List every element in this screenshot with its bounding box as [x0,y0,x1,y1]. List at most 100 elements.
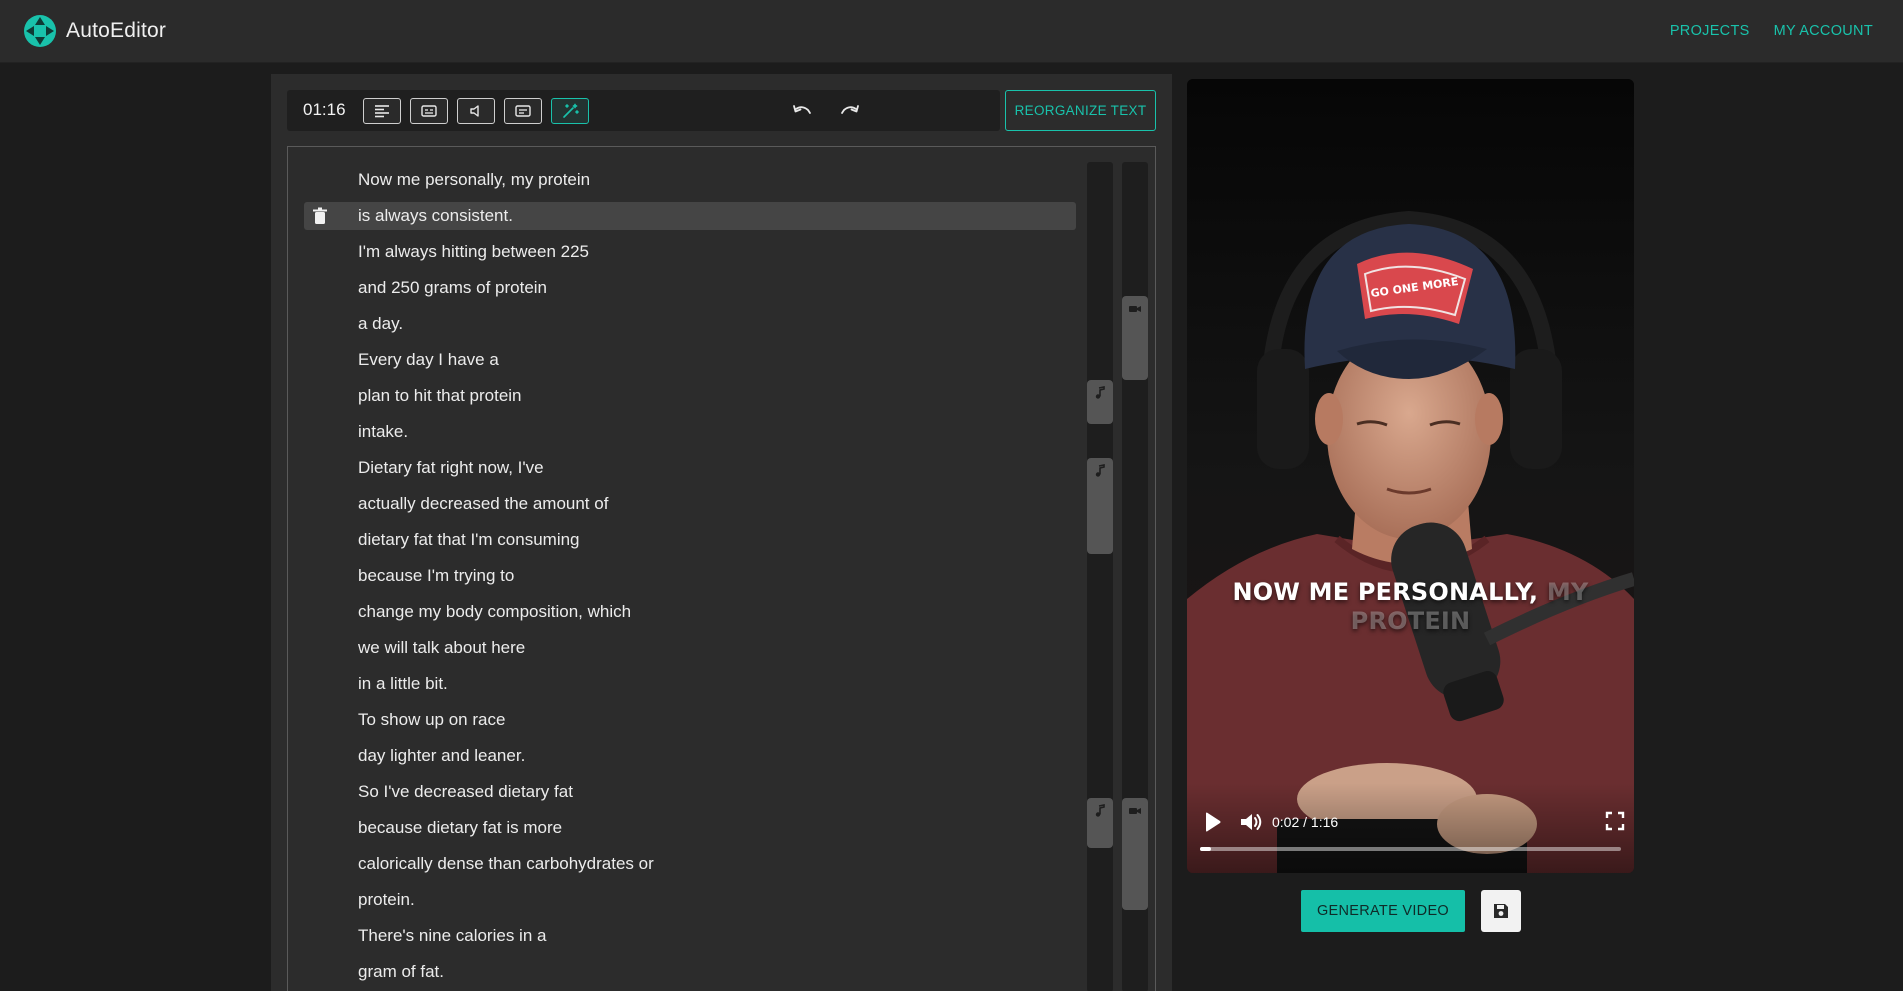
video-clip[interactable] [1122,296,1148,380]
save-button[interactable] [1481,890,1521,932]
transcript-line-text: a day. [358,314,404,333]
transcript-line[interactable]: in a little bit. [304,666,1076,702]
subtitles-icon [421,105,437,117]
audio-clip[interactable] [1087,380,1113,424]
fullscreen-icon[interactable] [1605,811,1625,831]
captions-icon [515,105,531,117]
brand-name: AutoEditor [66,19,167,42]
transcript-line[interactable]: change my body composition, which [304,594,1076,630]
captions-button[interactable] [504,98,542,124]
transcript-line[interactable]: because I'm trying to [304,558,1076,594]
video-frame-illustration: GO ONE MORE [1187,79,1634,873]
video-track [1122,162,1148,991]
transcript-line-text: So I've decreased dietary fat [358,782,573,801]
volume-icon[interactable] [1238,810,1264,834]
redo-button[interactable] [837,99,863,123]
duration-label: 01:16 [303,100,346,119]
subtitles-button[interactable] [410,98,448,124]
undo-icon [793,105,811,114]
audio-button[interactable] [457,98,495,124]
text-align-button[interactable] [363,98,401,124]
transcript-line-text: because I'm trying to [358,566,515,585]
audio-track [1087,162,1113,991]
transcript-line-text: is always consistent. [358,206,513,225]
video-progress-bar[interactable] [1200,847,1621,851]
transcript-line[interactable]: So I've decreased dietary fat [304,774,1076,810]
transcript-line-text: Every day I have a [358,350,499,369]
transcript-line[interactable]: I'm always hitting between 225 [304,234,1076,270]
transcript-line-text: dietary fat that I'm consuming [358,530,580,549]
magic-wand-icon [563,103,579,118]
caption-upcoming-text: PROTEIN [1350,607,1471,635]
audio-clip[interactable] [1087,458,1113,554]
aperture-logo-icon [24,15,56,47]
transcript-line-text: To show up on race [358,710,506,729]
auto-edit-magic-button[interactable] [551,98,589,124]
transcript-line[interactable]: Now me personally, my protein [304,162,1076,198]
video-timecode: 0:02 / 1:16 [1272,814,1339,830]
undo-button[interactable] [789,99,815,123]
video-clip[interactable] [1122,798,1148,910]
brand[interactable]: AutoEditor [23,14,166,48]
top-nav-bar: AutoEditor PROJECTS MY ACCOUNT [0,0,1903,63]
nav-projects-link[interactable]: PROJECTS [1670,23,1750,39]
transcript-line[interactable]: intake. [304,414,1076,450]
transcript-line[interactable]: To show up on race [304,702,1076,738]
transcript-line[interactable]: and 250 grams of protein [304,270,1076,306]
transcript-line[interactable]: gram of fat. [304,954,1076,990]
transcript-line[interactable]: actually decreased the amount of [304,486,1076,522]
transcript-line[interactable]: Dietary fat right now, I've [304,450,1076,486]
transcript-line-text: we will talk about here [358,638,526,657]
transcript-line-text: intake. [358,422,409,441]
transcript-line[interactable]: dietary fat that I'm consuming [304,522,1076,558]
text-align-icon [375,105,389,118]
main-nav: PROJECTS MY ACCOUNT [1670,23,1873,39]
music-note-icon [1095,804,1105,817]
transcript-line-text: because dietary fat is more [358,818,563,837]
transcript-line-text: I'm always hitting between 225 [358,242,589,261]
redo-icon [841,105,859,114]
transcript-line[interactable]: day lighter and leaner. [304,738,1076,774]
transcript-line-text: day lighter and leaner. [358,746,526,765]
transcript-line[interactable]: because dietary fat is more [304,810,1076,846]
video-preview[interactable]: GO ONE MORE NOW ME PERSONALLY, MY PROTEI… [1187,79,1634,873]
transcript-line[interactable]: we will talk about here [304,630,1076,666]
play-icon[interactable] [1200,810,1224,834]
caption-active-text: NOW ME PERSONALLY, [1232,578,1539,606]
transcript-line-text: protein. [358,890,415,909]
caption-upcoming-text: MY [1546,578,1589,606]
trash-icon[interactable] [312,207,328,225]
generate-video-button[interactable]: GENERATE VIDEO [1301,890,1465,932]
video-caption-overlay: NOW ME PERSONALLY, MY PROTEIN [1187,578,1634,636]
transcript-line-text: change my body composition, which [358,602,632,621]
transcript-line[interactable]: plan to hit that protein [304,378,1076,414]
nav-my-account-link[interactable]: MY ACCOUNT [1774,23,1873,39]
editor-toolbar: 01:16 [287,90,1000,131]
transcript-line[interactable]: Every day I have a [304,342,1076,378]
video-camera-icon [1129,808,1141,814]
transcript-line-text: and 250 grams of protein [358,278,548,297]
transcript-line[interactable]: is always consistent. [304,202,1076,230]
transcript-line-text: gram of fat. [358,962,444,981]
reorganize-text-button[interactable]: REORGANIZE TEXT [1005,90,1156,131]
transcript-line[interactable]: calorically dense than carbohydrates or [304,846,1076,882]
audio-clip[interactable] [1087,798,1113,848]
music-note-icon [1095,464,1105,477]
floppy-disk-icon [1494,904,1508,918]
transcript-line-text: Now me personally, my protein [358,170,591,189]
transcript-line[interactable]: There's nine calories in a [304,918,1076,954]
transcript-line-text: actually decreased the amount of [358,494,609,513]
transcript-line[interactable]: protein. [304,882,1076,918]
transcript-line-text: plan to hit that protein [358,386,522,405]
music-note-icon [1095,386,1105,399]
transcript-line-text: There's nine calories in a [358,926,547,945]
transcript-area: Now me personally, my protein is always c… [287,146,1156,991]
transcript-lines: Now me personally, my protein is always c… [304,162,1076,990]
video-controls: 0:02 / 1:16 [1187,783,1634,873]
transcript-line[interactable]: a day. [304,306,1076,342]
video-progress-fill [1200,847,1212,851]
video-camera-icon [1129,306,1141,312]
speaker-icon [470,105,479,117]
transcript-line-text: in a little bit. [358,674,448,693]
editor-panel: 01:16 REORGANIZE TEXT Now me personally,… [271,74,1172,991]
